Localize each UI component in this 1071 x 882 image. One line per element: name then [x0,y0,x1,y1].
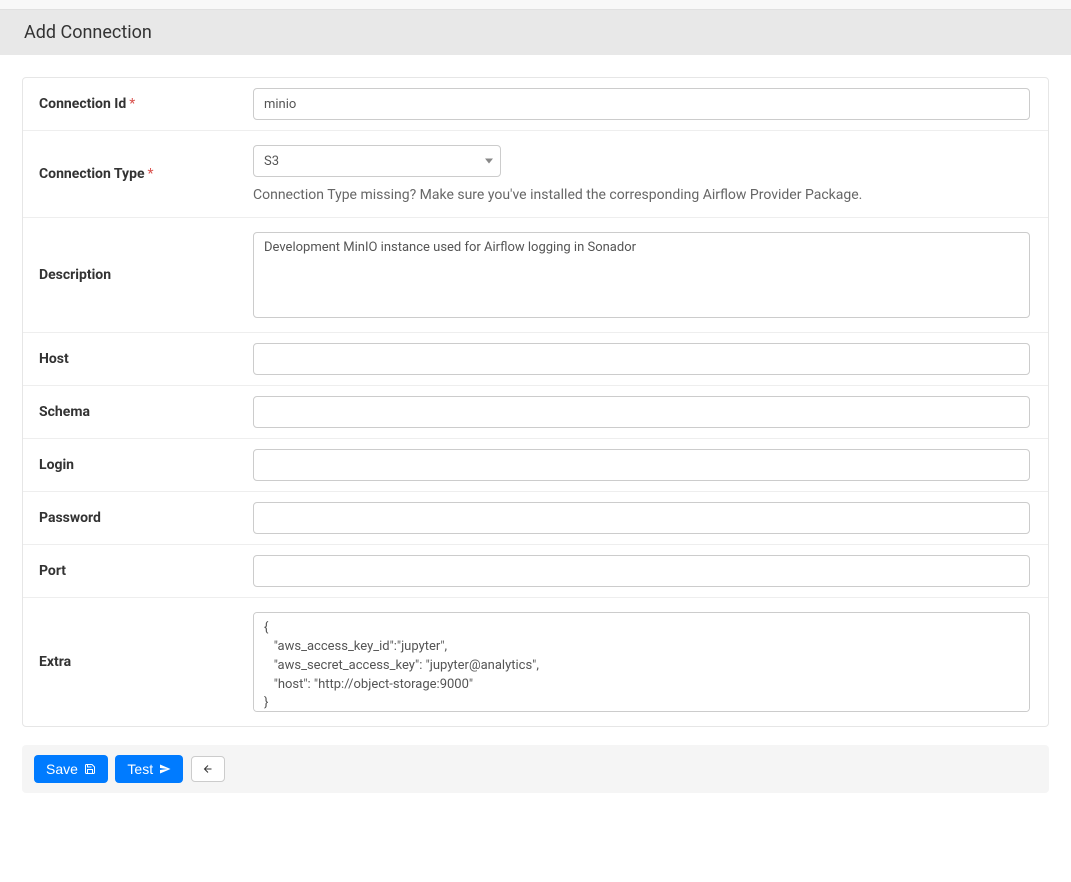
required-marker: * [129,96,135,112]
save-button-label: Save [46,761,78,777]
host-input[interactable] [253,343,1030,375]
paper-plane-icon [159,763,171,775]
arrow-left-icon [202,763,214,775]
label-extra: Extra [23,598,253,726]
page-title-bar: Add Connection [0,10,1071,55]
label-text: Connection Id [39,96,126,112]
save-icon [84,763,96,775]
password-input[interactable] [253,502,1030,534]
row-schema: Schema [23,386,1048,439]
label-text: Password [39,510,101,526]
connection-form: Connection Id* Connection Type* S3 Conne… [22,77,1049,727]
page: Add Connection Connection Id* Connection… [0,0,1071,882]
label-login: Login [23,439,253,491]
row-port: Port [23,545,1048,598]
login-input[interactable] [253,449,1030,481]
row-connection-type: Connection Type* S3 Connection Type miss… [23,131,1048,218]
connection-type-select-wrap: S3 [253,145,501,177]
row-host: Host [23,333,1048,386]
label-port: Port [23,545,253,597]
test-button-label: Test [127,761,153,777]
save-button[interactable]: Save [34,755,108,783]
label-text: Login [39,457,74,473]
form-footer: Save Test [22,745,1049,793]
label-password: Password [23,492,253,544]
page-title: Add Connection [24,22,152,43]
required-marker: * [148,166,154,182]
label-text: Extra [39,654,71,670]
description-textarea[interactable] [253,232,1030,318]
back-button[interactable] [191,756,225,782]
port-input[interactable] [253,555,1030,587]
row-login: Login [23,439,1048,492]
row-password: Password [23,492,1048,545]
test-button[interactable]: Test [115,755,183,783]
label-description: Description [23,218,253,332]
label-host: Host [23,333,253,385]
label-text: Port [39,563,66,579]
label-text: Schema [39,404,90,420]
label-text: Description [39,267,111,283]
label-schema: Schema [23,386,253,438]
connection-type-help: Connection Type missing? Make sure you'v… [253,187,1030,203]
label-connection-id: Connection Id* [23,78,253,130]
connection-id-input[interactable] [253,88,1030,120]
connection-type-select[interactable]: S3 [253,145,501,177]
row-extra: Extra [23,598,1048,726]
top-divider [0,0,1071,10]
row-connection-id: Connection Id* [23,78,1048,131]
schema-input[interactable] [253,396,1030,428]
label-text: Connection Type [39,166,145,182]
label-connection-type: Connection Type* [23,131,253,217]
row-description: Description [23,218,1048,333]
label-text: Host [39,351,69,367]
extra-textarea[interactable] [253,612,1030,712]
